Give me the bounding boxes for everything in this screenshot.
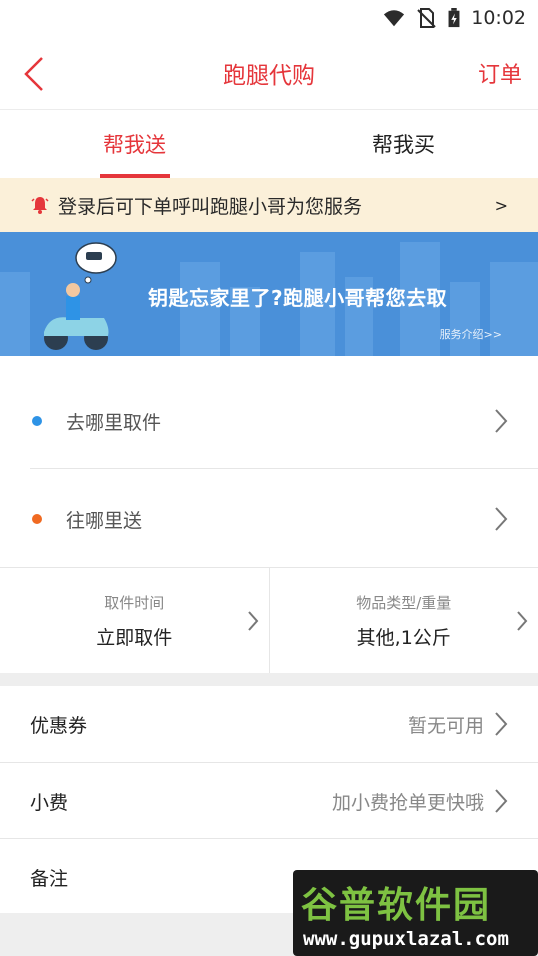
chevron-right-icon [495,712,508,736]
banner-headline: 钥匙忘家里了?跑腿小哥帮您去取 [148,286,448,310]
coupon-row[interactable]: 优惠券 暂无可用 [0,686,538,762]
dropoff-label: 往哪里送 [66,509,143,532]
section-gap [0,673,538,686]
pickup-time-caption: 取件时间 [104,593,165,612]
pickup-address-row[interactable]: 去哪里取件 [0,372,538,470]
pickup-time-selector[interactable]: 取件时间 立即取件 [0,568,269,673]
item-type-selector[interactable]: 物品类型/重量 其他,1公斤 [268,568,538,673]
bell-icon [31,197,49,214]
login-notice[interactable]: 登录后可下单呼叫跑腿小哥为您服务 > [0,178,538,232]
watermark: 谷普软件园 www.gupuxlazal.com [293,870,538,956]
tab-label: 帮我送 [103,133,166,157]
item-type-caption: 物品类型/重量 [356,593,452,612]
nav-bar: 跑腿代购 订单 [0,36,538,110]
tab-label: 帮我买 [372,133,435,157]
tip-value: 加小费抢单更快哦 [331,791,484,814]
tab-buy-for-me[interactable]: 帮我买 [269,110,538,178]
battery-charging-icon [448,8,460,28]
item-type-value: 其他,1公斤 [356,626,451,649]
chevron-right-icon [495,789,508,813]
page-title: 跑腿代购 [223,62,315,89]
back-arrow-icon[interactable] [22,54,52,94]
service-intro-link[interactable]: 服务介绍>> [440,326,502,342]
tip-row[interactable]: 小费 加小费抢单更快哦 [0,763,538,839]
chevron-right-icon [495,409,508,433]
notice-arrow: > [494,195,508,215]
tab-bar: 帮我送 帮我买 [0,110,538,178]
tip-label: 小费 [30,791,69,814]
status-time: 10:02 [471,7,526,29]
wifi-icon [384,10,405,27]
no-sim-icon [417,8,436,28]
dropoff-address-row[interactable]: 往哪里送 [0,470,538,568]
order-details: 取件时间 立即取件 物品类型/重量 其他,1公斤 [0,567,538,673]
watermark-brand: 谷普软件园 [301,885,492,926]
notice-text: 登录后可下单呼叫跑腿小哥为您服务 [58,195,363,218]
pickup-label: 去哪里取件 [66,411,162,434]
coupon-label: 优惠券 [30,714,88,737]
tab-send-for-me[interactable]: 帮我送 [0,110,269,178]
divider [30,468,538,469]
orders-button[interactable]: 订单 [478,57,522,89]
dropoff-dot [32,514,42,524]
pickup-dot [32,416,42,426]
chevron-right-icon [247,611,258,631]
promo-banner[interactable]: 钥匙忘家里了?跑腿小哥帮您去取 服务介绍>> [0,232,538,356]
pickup-time-value: 立即取件 [96,626,173,649]
watermark-url: www.gupuxlazal.com [303,928,509,950]
coupon-value: 暂无可用 [407,714,484,737]
chevron-right-icon [517,611,528,631]
status-bar: 10:02 [0,0,538,36]
chevron-right-icon [495,507,508,531]
